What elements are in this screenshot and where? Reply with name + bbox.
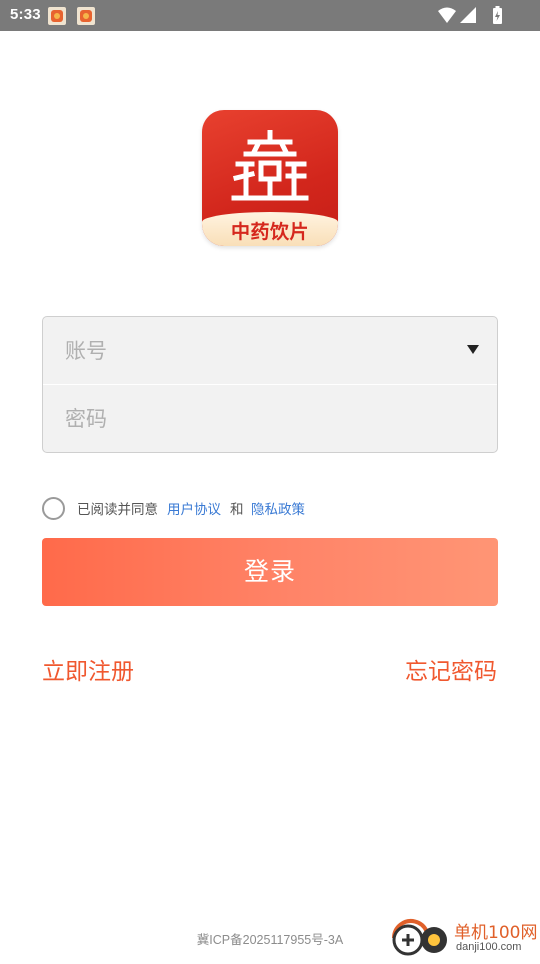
wifi-icon (438, 7, 456, 23)
logo-banner-text: 中药饮片 (230, 221, 309, 243)
login-form (42, 316, 498, 453)
agreement-row: 已阅读并同意 用户协议 和 隐私政策 (42, 496, 502, 524)
login-button[interactable]: 登录 (42, 538, 498, 606)
battery-charging-icon (493, 6, 502, 24)
account-input[interactable] (65, 317, 445, 384)
notification-app-icon (48, 7, 66, 25)
watermark-main-text: 单机100网 (454, 923, 538, 943)
watermark-logo-icon (392, 919, 447, 956)
privacy-policy-link[interactable]: 隐私政策 (251, 501, 305, 519)
account-field (43, 317, 497, 384)
register-link[interactable]: 立即注册 (42, 652, 134, 686)
watermark: 单机100网 danji100.com (388, 916, 540, 960)
app-logo: 中药饮片 (202, 110, 338, 246)
watermark-sub-text: danji100.com (456, 941, 522, 953)
forgot-password-link[interactable]: 忘记密码 (405, 652, 497, 686)
password-input[interactable] (65, 385, 445, 452)
agreement-conjunction: 和 (230, 502, 244, 518)
password-field (43, 385, 497, 452)
agreement-prefix: 已阅读并同意 (77, 502, 158, 518)
user-agreement-link[interactable]: 用户协议 (167, 501, 221, 519)
logo-banner: 中药饮片 (202, 212, 338, 246)
account-dropdown-arrow-icon[interactable] (467, 345, 479, 354)
signal-icon (460, 7, 476, 23)
notification-app-icon (77, 7, 95, 25)
status-bar: 5:33 (0, 0, 540, 31)
status-icons (438, 6, 502, 24)
agreement-checkbox[interactable] (42, 497, 65, 520)
logo-emblem-icon (231, 130, 309, 201)
status-time: 5:33 (10, 6, 41, 23)
